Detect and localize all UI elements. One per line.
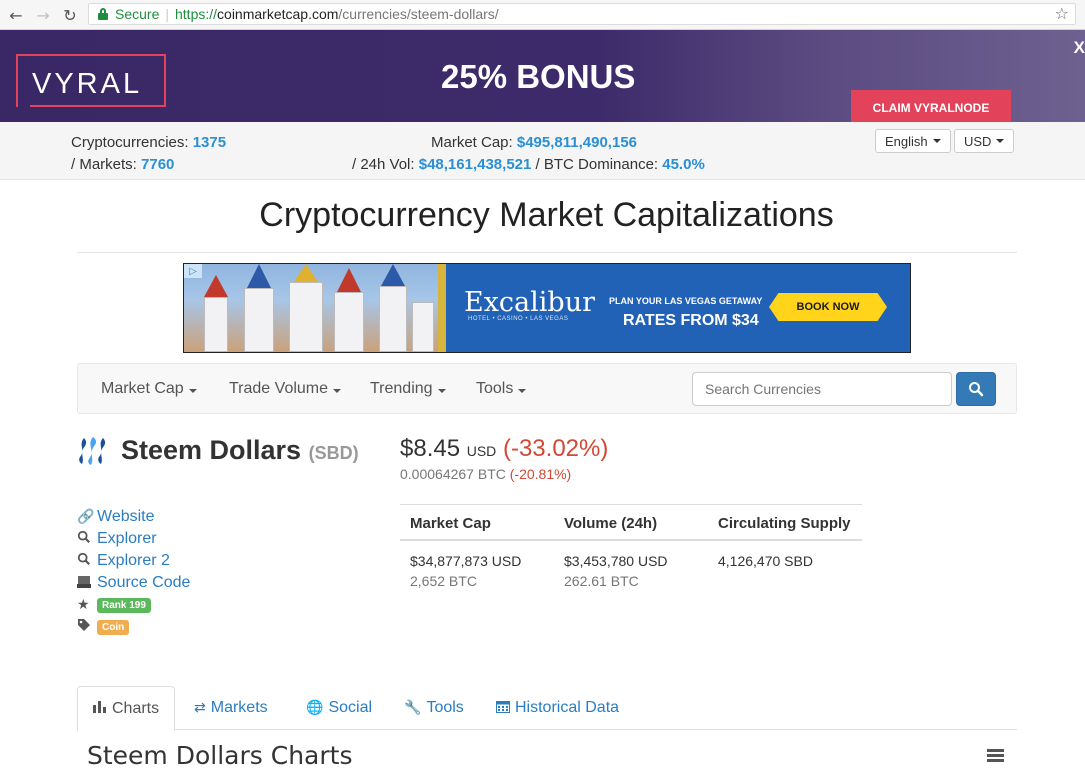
tag-icon	[77, 618, 97, 636]
ad-brand-sub: HOTEL • CASINO • LAS VEGAS	[468, 316, 569, 322]
coin-stats-table: Market Cap Volume (24h) Circulating Supp…	[400, 504, 862, 601]
ad-tagline: PLAN YOUR LAS VEGAS GETAWAY	[609, 296, 763, 306]
markets-count-link[interactable]: 7760	[141, 156, 174, 173]
browser-toolbar: ← → ↻ Secure | https://coinmarketcap.com…	[0, 0, 1085, 30]
steem-logo-icon	[79, 437, 106, 465]
hamburger-menu-icon[interactable]	[987, 749, 1004, 763]
volume-dominance-stat: / 24h Vol: $48,161,438,521 / BTC Dominan…	[352, 156, 705, 173]
price-change: (-33.02%)	[502, 435, 609, 462]
adchoices-icon[interactable]: ▷	[184, 264, 202, 278]
ad-rates: RATES FROM $34	[623, 312, 759, 329]
header-supply: Circulating Supply	[718, 515, 851, 532]
market-cap-stat: Market Cap: $495,811,490,156	[431, 134, 637, 151]
search-input[interactable]	[692, 372, 952, 406]
address-separator: |	[165, 6, 169, 22]
explorer-link[interactable]: Explorer	[97, 530, 157, 548]
main-navbar: Market Cap Trade Volume Trending Tools	[77, 363, 1017, 414]
crypto-count-link[interactable]: 1375	[193, 134, 226, 151]
market-cap-btc: 2,652 BTC	[410, 573, 477, 589]
circulating-supply: 4,126,470 SBD	[718, 553, 813, 569]
divider	[77, 252, 1017, 253]
crypto-count: Cryptocurrencies: 1375	[71, 134, 227, 151]
coin-btc-price: 0.00064267 BTC (-20.81%)	[400, 466, 572, 482]
explorer-2-link[interactable]: Explorer 2	[97, 552, 170, 570]
caret-down-icon	[996, 139, 1005, 143]
currency-dropdown[interactable]: USD	[954, 129, 1015, 153]
vyral-ad-banner[interactable]: VYRAL 25% BONUS CLAIM VYRALNODE X	[0, 30, 1085, 122]
btc-price-change: (-20.81%)	[509, 466, 572, 482]
excalibur-ad-banner[interactable]: ▷ Excalibur HOTEL • CASINO • LAS VEGAS P…	[183, 263, 911, 353]
charts-section-title: Steem Dollars Charts	[87, 741, 353, 770]
coin-tabs: Charts ⇄ Markets 🌐 Social 🔧 Tools Historica…	[77, 686, 1017, 731]
exchange-icon: ⇄	[194, 700, 206, 716]
tab-tools[interactable]: 🔧 Tools	[404, 686, 464, 730]
market-cap-usd: $34,877,873 USD	[410, 553, 522, 569]
ad-brand: Excalibur	[464, 287, 596, 318]
tab-social[interactable]: 🌐 Social	[306, 686, 372, 730]
markets-count: / Markets: 7760	[71, 156, 175, 173]
market-cap-link[interactable]: $495,811,490,156	[517, 134, 637, 151]
coin-symbol: (SBD)	[308, 443, 359, 463]
nav-market-cap[interactable]: Market Cap	[101, 380, 197, 398]
search-icon	[969, 382, 984, 397]
table-header: Market Cap Volume (24h) Circulating Supp…	[400, 505, 862, 541]
nav-tools[interactable]: Tools	[476, 380, 527, 398]
reload-icon[interactable]: ↻	[60, 5, 80, 25]
nav-trade-volume[interactable]: Trade Volume	[229, 380, 342, 398]
coin-links: 🔗 Website Explorer Explorer 2 Source Code…	[77, 506, 190, 638]
globe-icon: 🌐	[306, 700, 324, 716]
calendar-icon	[496, 700, 510, 717]
hdd-icon	[77, 575, 97, 592]
forward-icon[interactable]: →	[33, 5, 53, 25]
header-market-cap: Market Cap	[410, 515, 491, 532]
search-icon	[77, 530, 97, 548]
global-stats-bar: Cryptocurrencies: 1375 / Markets: 7760 M…	[0, 122, 1085, 180]
source-code-link[interactable]: Source Code	[97, 574, 190, 592]
close-ad-icon[interactable]: X	[1074, 38, 1085, 58]
search-button[interactable]	[956, 372, 996, 406]
wrench-icon: 🔧	[404, 700, 422, 716]
star-icon: ★	[77, 597, 90, 613]
tab-historical-data[interactable]: Historical Data	[496, 686, 619, 730]
rank-badge: Rank 199	[97, 597, 151, 613]
address-bar[interactable]: Secure | https://coinmarketcap.com/curre…	[88, 3, 1076, 25]
url-path: /currencies/steem-dollars/	[338, 6, 499, 22]
coin-name: Steem Dollars (SBD)	[121, 435, 359, 465]
dominance-link[interactable]: 45.0%	[662, 156, 705, 173]
coin-type-badge: Coin	[97, 619, 130, 635]
coin-price: $8.45 USD (-33.02%)	[400, 435, 609, 462]
castle-image	[184, 264, 446, 352]
header-volume: Volume (24h)	[564, 515, 658, 532]
secure-label: Secure	[115, 6, 160, 22]
vyral-logo: VYRAL	[16, 54, 166, 107]
volume-usd: $3,453,780 USD	[564, 553, 668, 569]
url-scheme: https://	[175, 6, 218, 22]
claim-vyralnode-button[interactable]: CLAIM VYRALNODE	[851, 90, 1011, 122]
back-icon[interactable]: ←	[6, 5, 26, 25]
website-link[interactable]: Website	[97, 508, 155, 526]
tab-markets[interactable]: ⇄ Markets	[194, 686, 268, 730]
book-now-button[interactable]: BOOK NOW	[769, 293, 887, 321]
ad-headline: 25% BONUS	[441, 58, 636, 95]
page-title: Cryptocurrency Market Capitalizations	[259, 196, 834, 234]
tab-charts[interactable]: Charts	[77, 686, 176, 731]
volume-btc: 262.61 BTC	[564, 573, 639, 589]
lock-icon	[97, 8, 109, 20]
table-row: $34,877,873 USD 2,652 BTC $3,453,780 USD…	[400, 541, 862, 601]
bar-chart-icon	[93, 700, 107, 717]
url-host: coinmarketcap.com	[217, 6, 339, 22]
bookmark-star-icon[interactable]: ☆	[1055, 4, 1069, 23]
search-icon	[77, 552, 97, 570]
caret-down-icon	[932, 139, 941, 143]
language-dropdown[interactable]: English	[875, 129, 951, 153]
nav-trending[interactable]: Trending	[370, 380, 446, 398]
link-icon: 🔗	[77, 509, 95, 525]
volume-link[interactable]: $48,161,438,521	[419, 156, 532, 173]
